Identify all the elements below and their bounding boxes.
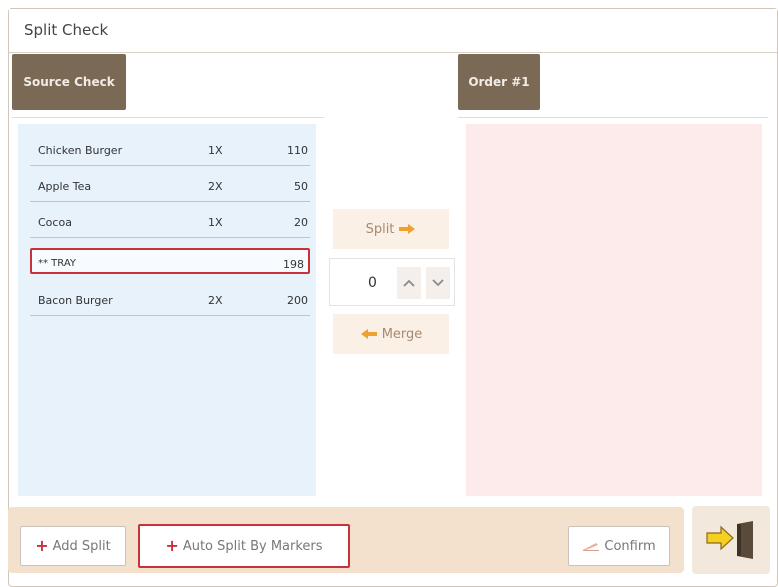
item-price: 50 bbox=[294, 180, 308, 193]
arrow-left-icon bbox=[360, 329, 377, 339]
auto-split-by-markers-button[interactable]: + Auto Split By Markers bbox=[138, 524, 350, 568]
item-name: ** TRAY bbox=[38, 258, 77, 269]
chevron-up-icon[interactable] bbox=[397, 267, 421, 299]
item-name: Cocoa bbox=[38, 216, 72, 229]
item-qty: 2X bbox=[208, 294, 223, 307]
list-item[interactable]: Chicken Burger 1X 110 bbox=[30, 130, 310, 166]
list-item[interactable]: Apple Tea 2X 50 bbox=[30, 166, 310, 202]
merge-button[interactable]: Merge bbox=[333, 314, 449, 354]
quantity-stepper[interactable]: 0 bbox=[329, 258, 455, 306]
item-qty: 2X bbox=[208, 180, 223, 193]
title-bar: Split Check bbox=[9, 9, 777, 53]
quantity-value[interactable]: 0 bbox=[368, 275, 377, 291]
list-item-tray[interactable]: ** TRAY 198 bbox=[30, 248, 310, 274]
item-name: Apple Tea bbox=[38, 180, 92, 193]
split-button[interactable]: Split bbox=[333, 209, 449, 249]
add-split-label: Add Split bbox=[52, 538, 111, 554]
source-check-list: Chicken Burger 1X 110 Apple Tea 2X 50 Co… bbox=[18, 124, 316, 496]
split-label: Split bbox=[365, 221, 395, 237]
confirm-label: Confirm bbox=[604, 538, 656, 554]
divider bbox=[458, 117, 768, 118]
pencil-icon bbox=[583, 543, 600, 551]
add-split-button[interactable]: + Add Split bbox=[20, 526, 126, 566]
plus-icon: + bbox=[35, 536, 49, 555]
item-name: Chicken Burger bbox=[38, 144, 123, 157]
merge-label: Merge bbox=[381, 326, 423, 342]
auto-split-label: Auto Split By Markers bbox=[182, 538, 323, 554]
item-price: 198 bbox=[283, 258, 304, 271]
exit-button[interactable] bbox=[692, 506, 770, 574]
confirm-button[interactable]: Confirm bbox=[568, 526, 670, 566]
arrow-right-icon bbox=[399, 224, 416, 234]
tab-order-1[interactable]: Order #1 bbox=[458, 54, 540, 110]
chevron-down-icon[interactable] bbox=[426, 267, 450, 299]
tab-source-check[interactable]: Source Check bbox=[12, 54, 126, 110]
item-qty: 1X bbox=[208, 144, 223, 157]
item-price: 20 bbox=[294, 216, 308, 229]
plus-icon: + bbox=[165, 536, 179, 555]
bottom-action-bar: + Add Split + Auto Split By Markers Conf… bbox=[8, 507, 684, 573]
list-item[interactable]: Bacon Burger 2X 200 bbox=[30, 280, 310, 316]
divider bbox=[12, 117, 324, 118]
item-price: 110 bbox=[287, 144, 308, 157]
item-name: Bacon Burger bbox=[38, 294, 113, 307]
order-1-list bbox=[466, 124, 762, 496]
dialog-title: Split Check bbox=[24, 21, 109, 39]
item-qty: 1X bbox=[208, 216, 223, 229]
exit-door-icon bbox=[706, 521, 753, 559]
list-item[interactable]: Cocoa 1X 20 bbox=[30, 202, 310, 238]
item-price: 200 bbox=[287, 294, 308, 307]
